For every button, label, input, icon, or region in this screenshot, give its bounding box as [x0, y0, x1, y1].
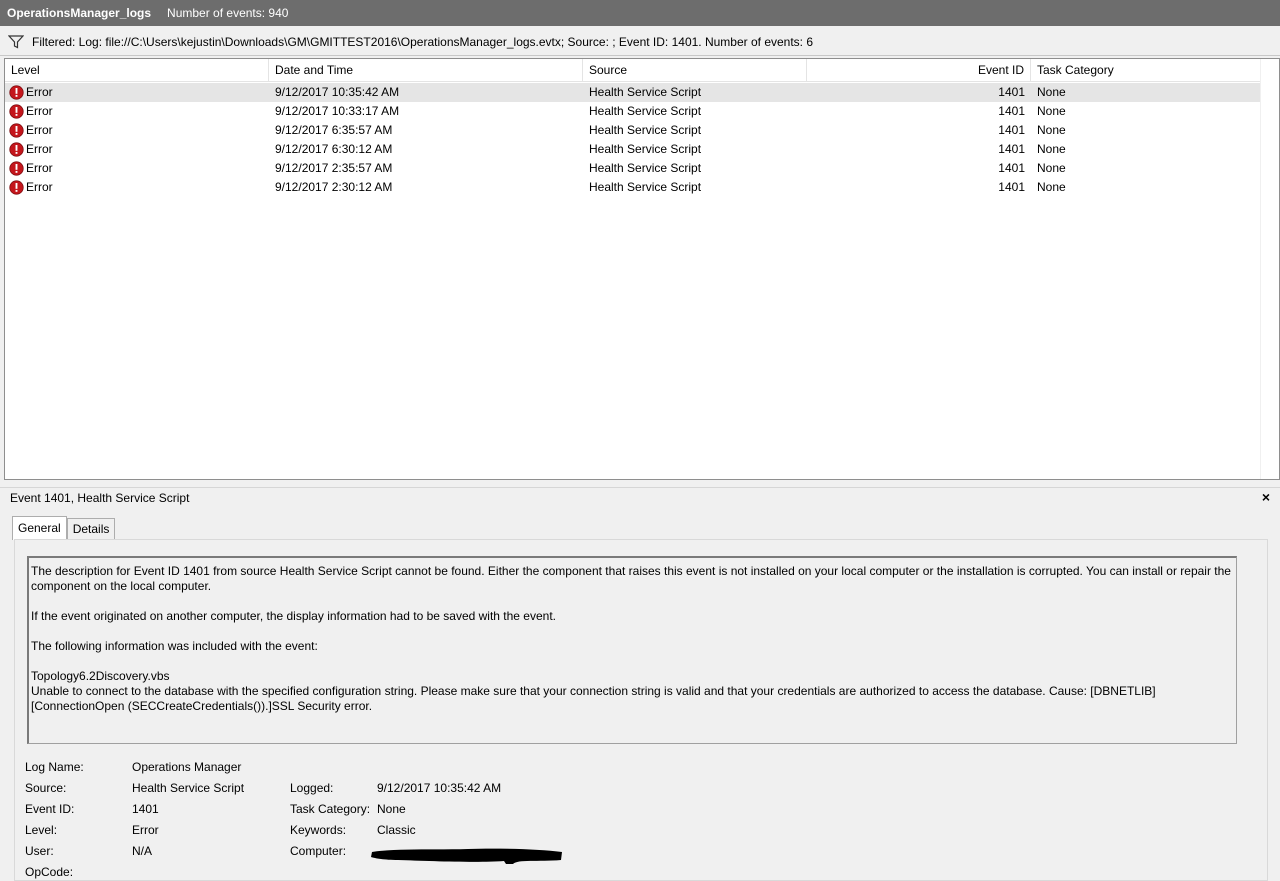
filter-bar: Filtered: Log: file://C:\Users\kejustin\…	[0, 28, 1280, 56]
date-cell: 9/12/2017 6:35:57 AM	[275, 123, 393, 137]
level-cell: Error	[5, 102, 269, 121]
task-category-cell: None	[1037, 142, 1066, 156]
description-text: The description for Event ID 1401 from s…	[31, 564, 1231, 593]
keywords-value: Classic	[377, 823, 416, 837]
log-name-value: Operations Manager	[132, 760, 242, 774]
event-description[interactable]: The description for Event ID 1401 from s…	[27, 556, 1237, 744]
log-name-label: Log Name:	[25, 760, 84, 774]
vertical-scrollbar[interactable]	[1260, 59, 1279, 479]
error-icon	[9, 85, 24, 100]
table-row[interactable]: Error 9/12/2017 2:35:57 AM Health Servic…	[5, 159, 1261, 178]
column-header-event-id[interactable]: Event ID	[807, 59, 1031, 82]
event-id-label: Event ID:	[25, 802, 75, 816]
error-icon	[9, 123, 24, 138]
logged-value: 9/12/2017 10:35:42 AM	[377, 781, 502, 795]
error-icon	[9, 142, 24, 157]
date-cell: 9/12/2017 10:35:42 AM	[275, 85, 400, 99]
error-icon	[9, 180, 24, 195]
task-category-cell: None	[1037, 180, 1066, 194]
date-cell: 9/12/2017 6:30:12 AM	[275, 142, 393, 156]
level-cell: Error	[5, 159, 269, 178]
detail-tabs: General Details	[12, 516, 116, 540]
table-row[interactable]: Error 9/12/2017 10:35:42 AM Health Servi…	[5, 83, 1261, 102]
level-cell: Error	[5, 83, 269, 102]
event-list[interactable]: Level Date and Time Source Event ID Task…	[4, 58, 1280, 480]
source-cell: Health Service Script	[589, 161, 702, 175]
error-icon	[9, 161, 24, 176]
source-cell: Health Service Script	[589, 123, 702, 137]
detail-title: Event 1401, Health Service Script	[10, 491, 190, 505]
event-id-value: 1401	[132, 802, 159, 816]
logged-label: Logged:	[290, 781, 334, 795]
filter-description: Filtered: Log: file://C:\Users\kejustin\…	[32, 34, 814, 49]
column-header-level[interactable]: Level	[5, 59, 269, 82]
column-header-source[interactable]: Source	[583, 59, 807, 82]
source-cell: Health Service Script	[589, 104, 702, 118]
source-value: Health Service Script	[132, 781, 245, 795]
event-rows: Error 9/12/2017 10:35:42 AM Health Servi…	[5, 83, 1261, 197]
opcode-label: OpCode:	[25, 865, 74, 879]
pane-splitter[interactable]	[0, 480, 1280, 488]
task-category-cell: None	[1037, 123, 1066, 137]
error-icon	[9, 104, 24, 119]
source-cell: Health Service Script	[589, 142, 702, 156]
task-category-cell: None	[1037, 161, 1066, 175]
general-tab-panel: The description for Event ID 1401 from s…	[14, 539, 1268, 881]
description-text: Unable to connect to the database with t…	[31, 684, 1156, 713]
date-cell: 9/12/2017 2:35:57 AM	[275, 161, 393, 175]
log-name: OperationsManager_logs	[7, 6, 152, 20]
table-row[interactable]: Error 9/12/2017 6:35:57 AM Health Servic…	[5, 121, 1261, 140]
filter-icon	[8, 34, 24, 48]
column-header-row: Level Date and Time Source Event ID Task…	[5, 59, 1261, 82]
level-label: Level:	[25, 823, 58, 837]
keywords-label: Keywords:	[290, 823, 347, 837]
column-header-date[interactable]: Date and Time	[269, 59, 583, 82]
event-id-cell: 1401	[998, 85, 1025, 99]
event-count: Number of events: 940	[167, 6, 289, 20]
source-cell: Health Service Script	[589, 85, 702, 99]
date-cell: 9/12/2017 10:33:17 AM	[275, 104, 400, 118]
event-id-cell: 1401	[998, 180, 1025, 194]
event-id-cell: 1401	[998, 123, 1025, 137]
source-cell: Health Service Script	[589, 180, 702, 194]
table-row[interactable]: Error 9/12/2017 2:30:12 AM Health Servic…	[5, 178, 1261, 197]
tab-general[interactable]: General	[12, 516, 67, 540]
computer-redaction	[371, 848, 562, 864]
log-title-bar: OperationsManager_logs Number of events:…	[0, 0, 1280, 26]
table-row[interactable]: Error 9/12/2017 6:30:12 AM Health Servic…	[5, 140, 1261, 159]
date-cell: 9/12/2017 2:30:12 AM	[275, 180, 393, 194]
level-cell: Error	[5, 140, 269, 159]
tab-details[interactable]: Details	[66, 518, 116, 540]
level-cell: Error	[5, 121, 269, 140]
source-label: Source:	[25, 781, 67, 795]
event-id-cell: 1401	[998, 104, 1025, 118]
task-category-cell: None	[1037, 104, 1066, 118]
event-id-cell: 1401	[998, 161, 1025, 175]
user-label: User:	[25, 844, 54, 858]
close-button[interactable]: ×	[1262, 489, 1270, 505]
column-header-task-category[interactable]: Task Category	[1031, 59, 1261, 82]
level-cell: Error	[5, 178, 269, 197]
task-category-value: None	[377, 802, 406, 816]
table-row[interactable]: Error 9/12/2017 10:33:17 AM Health Servi…	[5, 102, 1261, 121]
description-text: If the event originated on another compu…	[31, 609, 556, 623]
level-value: Error	[132, 823, 159, 837]
computer-label: Computer:	[290, 844, 347, 858]
task-category-cell: None	[1037, 85, 1066, 99]
event-id-cell: 1401	[998, 142, 1025, 156]
description-text: The following information was included w…	[31, 639, 318, 653]
description-text: Topology6.2Discovery.vbs	[31, 669, 170, 683]
user-value: N/A	[132, 844, 153, 858]
task-category-label: Task Category:	[290, 802, 371, 816]
event-detail-pane: Event 1401, Health Service Script × Gene…	[0, 488, 1280, 881]
